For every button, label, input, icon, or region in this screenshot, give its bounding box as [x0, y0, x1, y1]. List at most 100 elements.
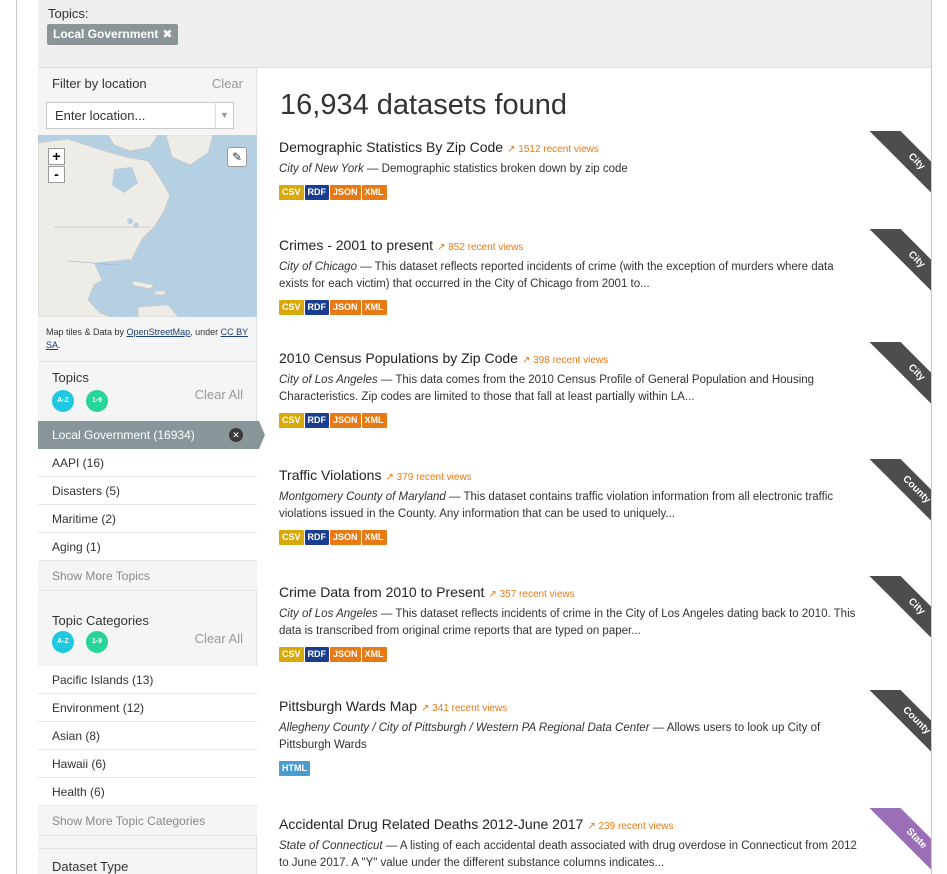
format-badge-rdf[interactable]: RDF [304, 413, 330, 428]
openstreetmap-link[interactable]: OpenStreetMap [127, 327, 191, 337]
category-facet-item[interactable]: Hawaii (6) [38, 750, 257, 778]
active-topic-facet[interactable]: Local Government (16934) ✕ [38, 421, 265, 449]
topic-facet-item[interactable]: Disasters (5) [38, 477, 257, 505]
page-right-gutter [932, 0, 947, 874]
jurisdiction-label: County [869, 690, 931, 768]
categories-section-header: Topic Categories Clear All A-Z 1-9 [38, 601, 257, 666]
dataset-description: Allegheny County / City of Pittsburgh / … [279, 720, 859, 754]
format-badge-rdf[interactable]: RDF [304, 300, 330, 315]
map-tiles [38, 135, 257, 317]
format-badge-json[interactable]: JSON [330, 530, 361, 545]
dataset-title-link[interactable]: 2010 Census Populations by Zip Code [279, 350, 518, 366]
format-badge-xml[interactable]: XML [361, 413, 387, 428]
format-badge-csv[interactable]: CSV [279, 530, 304, 545]
close-icon[interactable]: ✖ [162, 27, 172, 41]
zoom-out-button[interactable]: - [48, 166, 65, 183]
categories-title: Topic Categories [52, 613, 149, 628]
sort-count-button[interactable]: 1-9 [86, 390, 108, 412]
dataset-publisher: Allegheny County / City of Pittsburgh / … [279, 722, 650, 734]
jurisdiction-label: County [869, 459, 931, 537]
sort-az-button[interactable]: A-Z [52, 631, 74, 653]
close-icon[interactable]: ✕ [229, 428, 243, 442]
format-badges: CSV RDF JSON XML [279, 299, 919, 315]
chevron-down-icon[interactable]: ▼ [215, 103, 233, 128]
category-facet-item[interactable]: Environment (12) [38, 694, 257, 722]
dataset-title-link[interactable]: Demographic Statistics By Zip Code [279, 139, 503, 155]
sort-az-button[interactable]: A-Z [52, 390, 74, 412]
recent-views: ↗ 341 recent views [421, 703, 507, 714]
recent-views: ↗ 357 recent views [488, 589, 574, 600]
format-badge-xml[interactable]: XML [361, 300, 387, 315]
zoom-in-button[interactable]: + [48, 148, 65, 165]
format-badge-csv[interactable]: CSV [279, 413, 304, 428]
dataset-result: Pittsburgh Wards Map ↗ 341 recent views Al… [279, 690, 931, 776]
location-filter-title: Filter by location [52, 76, 147, 91]
category-facet-item[interactable]: Pacific Islands (13) [38, 666, 257, 694]
format-badge-json[interactable]: JSON [330, 647, 361, 662]
jurisdiction-label: City [869, 229, 931, 307]
location-input[interactable]: Enter location... ▼ [46, 102, 234, 129]
active-filter-pill[interactable]: Local Government ✖ [47, 24, 179, 45]
topics-title: Topics [52, 370, 89, 385]
topic-facet-item[interactable]: Aging (1) [38, 533, 257, 561]
jurisdiction-ribbon: City [851, 342, 931, 422]
dataset-result: 2010 Census Populations by Zip Code ↗ 398… [279, 342, 931, 428]
dataset-description: City of Los Angeles — This data comes fr… [279, 372, 859, 406]
category-facet-item[interactable]: Health (6) [38, 778, 257, 806]
dataset-type-title: Dataset Type [52, 859, 129, 874]
dataset-title-link[interactable]: Accidental Drug Related Deaths 2012-June… [279, 816, 583, 832]
dataset-title-row: Accidental Drug Related Deaths 2012-June… [279, 816, 919, 832]
show-more-categories-link[interactable]: Show More Topic Categories [38, 806, 257, 836]
categories-clear-all[interactable]: Clear All [195, 631, 243, 646]
format-badges: CSV RDF JSON XML [279, 184, 919, 200]
draw-area-button[interactable]: ✎ [227, 147, 247, 167]
category-facet-item[interactable]: Asian (8) [38, 722, 257, 750]
format-badge-json[interactable]: JSON [330, 185, 361, 200]
recent-views-label: 852 recent views [448, 242, 524, 253]
trend-icon: ↗ [488, 589, 500, 600]
format-badge-csv[interactable]: CSV [279, 300, 304, 315]
topics-clear-all[interactable]: Clear All [195, 387, 243, 402]
attribution-text: . [58, 340, 61, 350]
dataset-title-row: Crimes - 2001 to present ↗ 852 recent vie… [279, 237, 919, 253]
format-badge-json[interactable]: JSON [330, 300, 361, 315]
format-badge-html[interactable]: HTML [279, 761, 310, 776]
sort-count-button[interactable]: 1-9 [86, 631, 108, 653]
topic-facet-item[interactable]: Maritime (2) [38, 505, 257, 533]
trend-icon: ↗ [507, 144, 519, 155]
trend-icon: ↗ [385, 472, 397, 483]
format-badge-xml[interactable]: XML [361, 530, 387, 545]
format-badge-rdf[interactable]: RDF [304, 647, 330, 662]
pencil-icon: ✎ [231, 150, 243, 164]
dataset-result: Demographic Statistics By Zip Code ↗ 1512… [279, 131, 931, 209]
format-badge-xml[interactable]: XML [361, 647, 387, 662]
dataset-title-link[interactable]: Crime Data from 2010 to Present [279, 584, 484, 600]
dataset-publisher: City of New York [279, 163, 364, 175]
topic-facet-item[interactable]: AAPI (16) [38, 449, 257, 477]
dataset-publisher: City of Los Angeles [279, 374, 378, 386]
jurisdiction-ribbon: City [851, 229, 931, 309]
dataset-result: Accidental Drug Related Deaths 2012-June… [279, 808, 931, 874]
format-badge-csv[interactable]: CSV [279, 647, 304, 662]
format-badge-xml[interactable]: XML [361, 185, 387, 200]
dataset-description: City of New York — Demographic statistic… [279, 161, 859, 178]
format-badge-csv[interactable]: CSV [279, 185, 304, 200]
show-more-topics-link[interactable]: Show More Topics [38, 561, 257, 591]
dataset-title-link[interactable]: Crimes - 2001 to present [279, 237, 433, 253]
location-map[interactable]: + - [38, 135, 257, 317]
recent-views-label: 357 recent views [499, 589, 575, 600]
dataset-title-link[interactable]: Traffic Violations [279, 467, 381, 483]
format-badges: CSV RDF JSON XML [279, 412, 919, 428]
jurisdiction-ribbon: County [851, 690, 931, 770]
recent-views-label: 398 recent views [533, 355, 609, 366]
trend-icon: ↗ [420, 703, 433, 714]
format-badge-rdf[interactable]: RDF [304, 530, 330, 545]
dataset-title-link[interactable]: Pittsburgh Wards Map [279, 698, 417, 714]
location-filter-header: Filter by location Clear [38, 76, 257, 96]
format-badge-rdf[interactable]: RDF [304, 185, 330, 200]
location-clear-link[interactable]: Clear [212, 76, 243, 91]
dataset-description: State of Connecticut — A listing of each… [279, 838, 859, 872]
dataset-description: City of Los Angeles — This dataset refle… [279, 606, 859, 640]
trend-icon: ↗ [587, 821, 599, 832]
format-badge-json[interactable]: JSON [330, 413, 361, 428]
